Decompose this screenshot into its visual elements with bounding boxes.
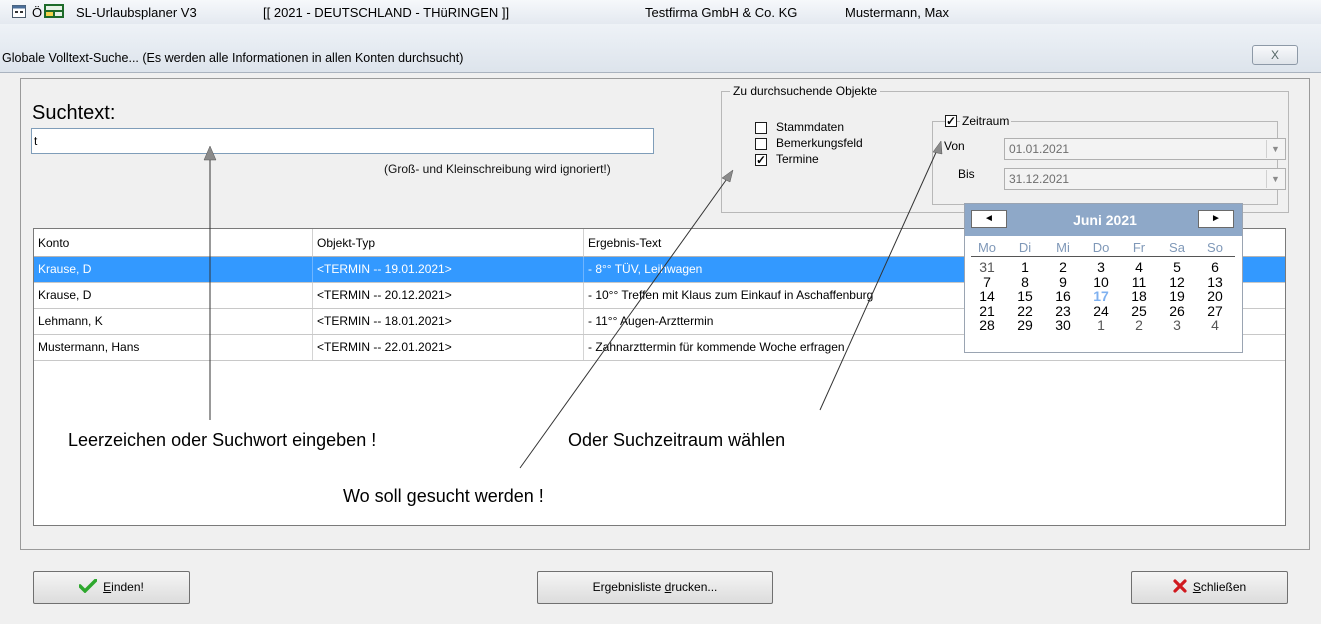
arrow-head-icon [932,140,943,155]
arrow-head-icon [721,169,734,183]
close-x-icon [1173,579,1187,593]
annotation-search-word: Leerzeichen oder Suchwort eingeben ! [68,430,377,450]
annotation-where: Wo soll gesucht werden ! [343,486,544,506]
find-button[interactable]: Einden! [33,571,190,604]
print-results-button[interactable]: Ergebnisliste drucken... [537,571,773,604]
annotation-date-range: Oder Suchzeitraum wählen [568,430,786,450]
arrow-head-icon [203,145,217,161]
print-button-label-start: Ergebnisliste [592,580,665,594]
close-button-accesskey: S [1192,580,1201,594]
annotation-arrows [203,140,943,469]
close-button[interactable]: Schließen [1131,571,1288,604]
print-button-label-end: rucken... [671,580,718,594]
find-button-accesskey: E [103,580,112,594]
close-button-label: chließen [1200,580,1247,594]
find-button-label: inden! [111,580,144,594]
checkmark-icon [78,578,98,594]
